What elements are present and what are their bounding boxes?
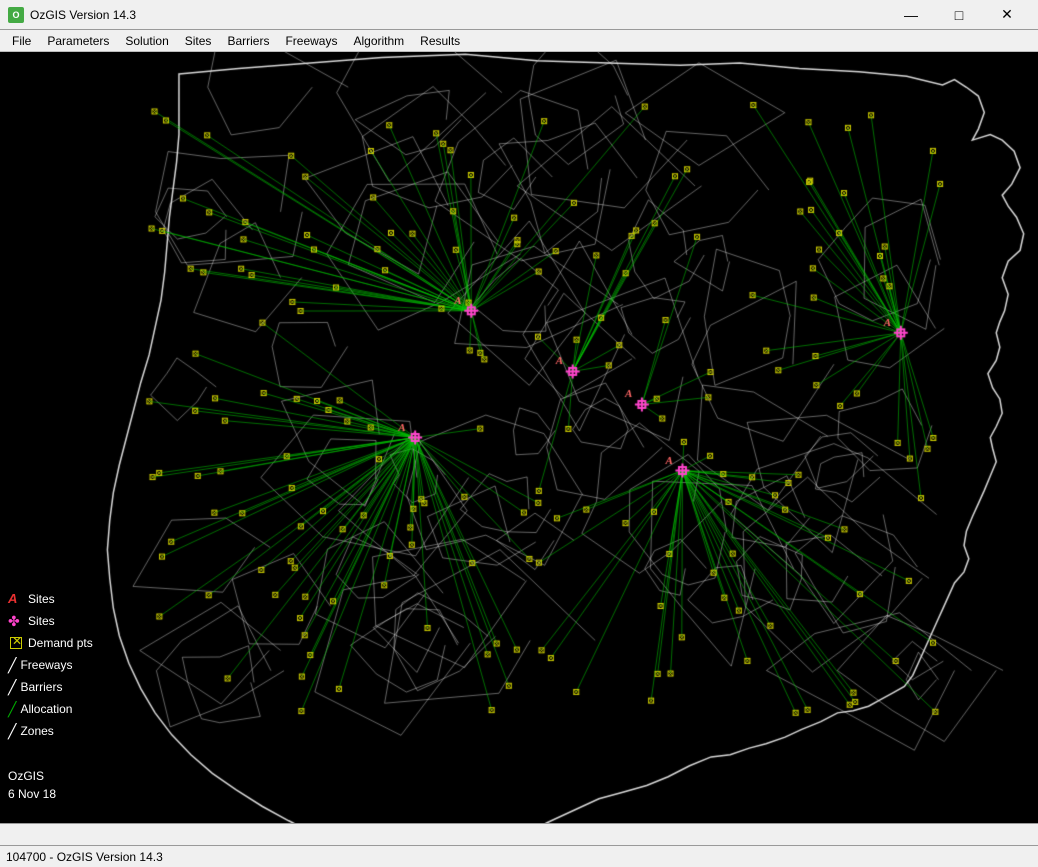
legend-item-sites-cross: ✤ Sites [8,611,93,631]
close-button[interactable]: ✕ [984,0,1030,30]
menu-bar: File Parameters Solution Sites Barriers … [0,30,1038,52]
map-area: A Sites ✤ Sites ✕ Demand pts ╱ Freeways … [0,52,1038,823]
menu-freeways[interactable]: Freeways [277,30,345,51]
legend-label-sites-cross: Sites [28,611,55,631]
minimize-button[interactable]: — [888,0,934,30]
map-legend: A Sites ✤ Sites ✕ Demand pts ╱ Freeways … [8,589,93,743]
menu-sites[interactable]: Sites [177,30,220,51]
legend-icon-sites-cross: ✤ [8,611,24,631]
map-canvas[interactable] [0,52,1038,823]
menu-results[interactable]: Results [412,30,468,51]
legend-item-allocation: ╱ Allocation [8,699,93,719]
app-icon: O [8,7,24,23]
menu-algorithm[interactable]: Algorithm [345,30,412,51]
footer-bar: 104700 - OzGIS Version 14.3 [0,845,1038,867]
legend-label-barriers: Barriers [20,677,62,697]
legend-icon-zones: ╱ [8,721,16,741]
legend-label-sites-a: Sites [28,589,55,609]
legend-icon-barriers: ╱ [8,677,16,697]
legend-item-freeways: ╱ Freeways [8,655,93,675]
menu-solution[interactable]: Solution [117,30,176,51]
window-controls: — □ ✕ [888,0,1030,30]
title-bar: O OzGIS Version 14.3 — □ ✕ [0,0,1038,30]
legend-label-demand: Demand pts [28,633,93,653]
app-title: OzGIS Version 14.3 [30,8,136,22]
legend-item-demand: ✕ Demand pts [8,633,93,653]
legend-item-zones: ╱ Zones [8,721,93,741]
legend-label-freeways: Freeways [20,655,72,675]
menu-barriers[interactable]: Barriers [219,30,277,51]
legend-item-sites-a: A Sites [8,589,93,609]
status-bar [0,823,1038,845]
menu-file[interactable]: File [4,30,39,51]
legend-icon-allocation: ╱ [8,699,16,719]
legend-icon-sites-a: A [8,589,24,609]
footer-text: 104700 - OzGIS Version 14.3 [6,850,163,864]
legend-label-allocation: Allocation [20,699,72,719]
menu-parameters[interactable]: Parameters [39,30,117,51]
map-bottom-info: OzGIS 6 Nov 18 [8,767,56,803]
legend-item-barriers: ╱ Barriers [8,677,93,697]
app-name-label: OzGIS [8,767,56,785]
legend-icon-freeways: ╱ [8,655,16,675]
legend-label-zones: Zones [20,721,53,741]
maximize-button[interactable]: □ [936,0,982,30]
date-label: 6 Nov 18 [8,785,56,803]
